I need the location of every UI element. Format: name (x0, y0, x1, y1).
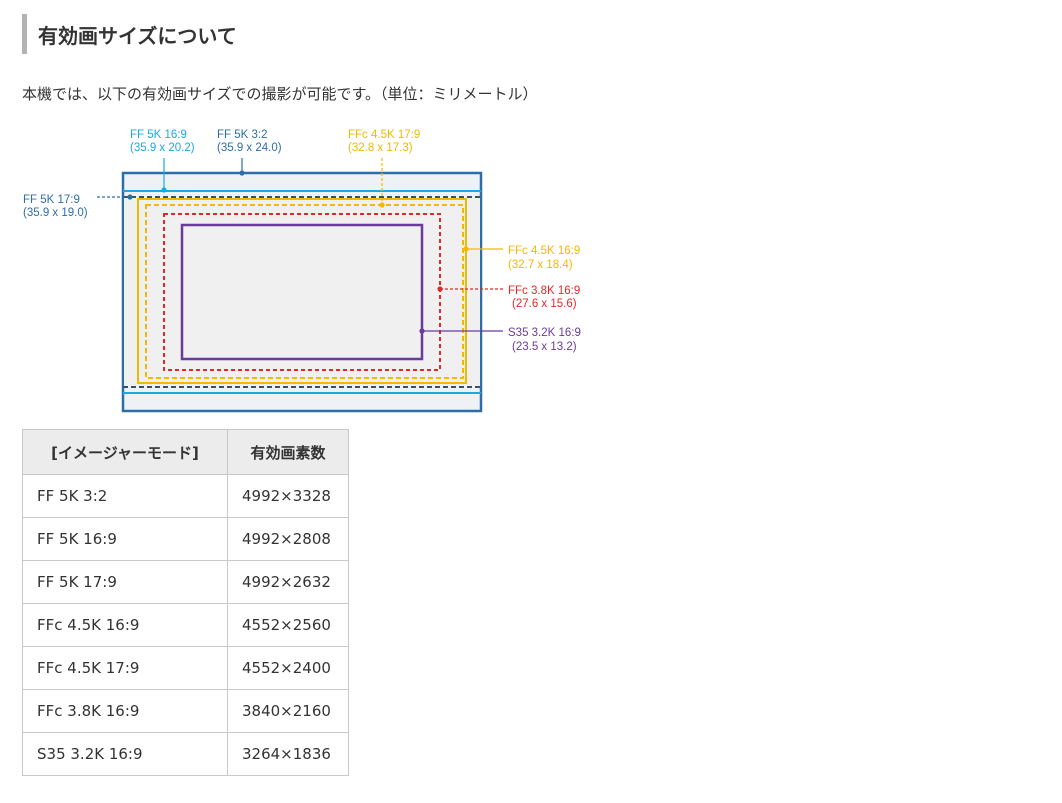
table-row: FFc 4.5K 16:9 4552×2560 (22, 603, 349, 647)
label-ff5k169-name: FF 5K 16:9 (130, 129, 187, 141)
cell-pixels: 4992×3328 (227, 474, 349, 518)
cell-mode: FFc 3.8K 16:9 (22, 689, 228, 733)
label-ff5k179-dims: (35.9 x 19.0) (23, 207, 88, 219)
dot-ffc45k179 (379, 202, 385, 208)
dot-ff5k32 (239, 170, 245, 176)
table-row: FF 5K 17:9 4992×2632 (22, 560, 349, 604)
label-s3532k169-name: S35 3.2K 16:9 (508, 327, 581, 339)
cell-pixels: 4552×2400 (227, 646, 349, 690)
cell-pixels: 3840×2160 (227, 689, 349, 733)
table-row: S35 3.2K 16:9 3264×1836 (22, 732, 349, 776)
label-ffc45k169-name: FFc 4.5K 16:9 (508, 245, 580, 257)
column-header-mode: [イメージャーモード] (22, 429, 228, 475)
cell-pixels: 3264×1836 (227, 732, 349, 776)
cell-mode: FF 5K 3:2 (22, 474, 228, 518)
cell-pixels: 4992×2808 (227, 517, 349, 561)
dot-ffc45k169 (463, 246, 469, 252)
label-ff5k169-dims: (35.9 x 20.2) (130, 142, 195, 154)
column-header-pixels: 有効画素数 (227, 429, 349, 475)
label-ff5k32-dims: (35.9 x 24.0) (217, 142, 282, 154)
table-row: FFc 4.5K 17:9 4552×2400 (22, 646, 349, 690)
label-ffc38k169-name: FFc 3.8K 16:9 (508, 285, 580, 297)
dot-s3532k169 (419, 328, 425, 334)
cell-pixels: 4992×2632 (227, 560, 349, 604)
label-ff5k32-name: FF 5K 3:2 (217, 129, 268, 141)
cell-mode: FFc 4.5K 16:9 (22, 603, 228, 647)
cell-mode: FF 5K 16:9 (22, 517, 228, 561)
sensor-size-diagram: FF 5K 16:9 (35.9 x 20.2) FF 5K 3:2 (35.9… (23, 129, 581, 413)
dot-ffc38k169 (437, 286, 443, 292)
table-row: FF 5K 3:2 4992×3328 (22, 474, 349, 518)
dot-ff5k179 (127, 194, 133, 200)
table-header-row: [イメージャーモード] 有効画素数 (22, 429, 349, 475)
dot-ff5k169 (161, 187, 167, 193)
label-ffc45k169-dims: (32.7 x 18.4) (508, 259, 573, 271)
label-ff5k179-name: FF 5K 17:9 (23, 194, 80, 206)
cell-mode: S35 3.2K 16:9 (22, 732, 228, 776)
frame-s3532k169 (180, 223, 424, 361)
label-ffc45k179-name: FFc 4.5K 17:9 (348, 129, 420, 141)
label-s3532k169-dims: (23.5 x 13.2) (512, 341, 577, 353)
cell-mode: FFc 4.5K 17:9 (22, 646, 228, 690)
label-ffc38k169-dims: (27.6 x 15.6) (512, 298, 577, 310)
effective-size-table: [イメージャーモード] 有効画素数 FF 5K 3:2 4992×3328 FF… (22, 429, 349, 776)
table-row: FFc 3.8K 16:9 3840×2160 (22, 689, 349, 733)
cell-mode: FF 5K 17:9 (22, 560, 228, 604)
table-row: FF 5K 16:9 4992×2808 (22, 517, 349, 561)
cell-pixels: 4552×2560 (227, 603, 349, 647)
label-ffc45k179-dims: (32.8 x 17.3) (348, 142, 413, 154)
